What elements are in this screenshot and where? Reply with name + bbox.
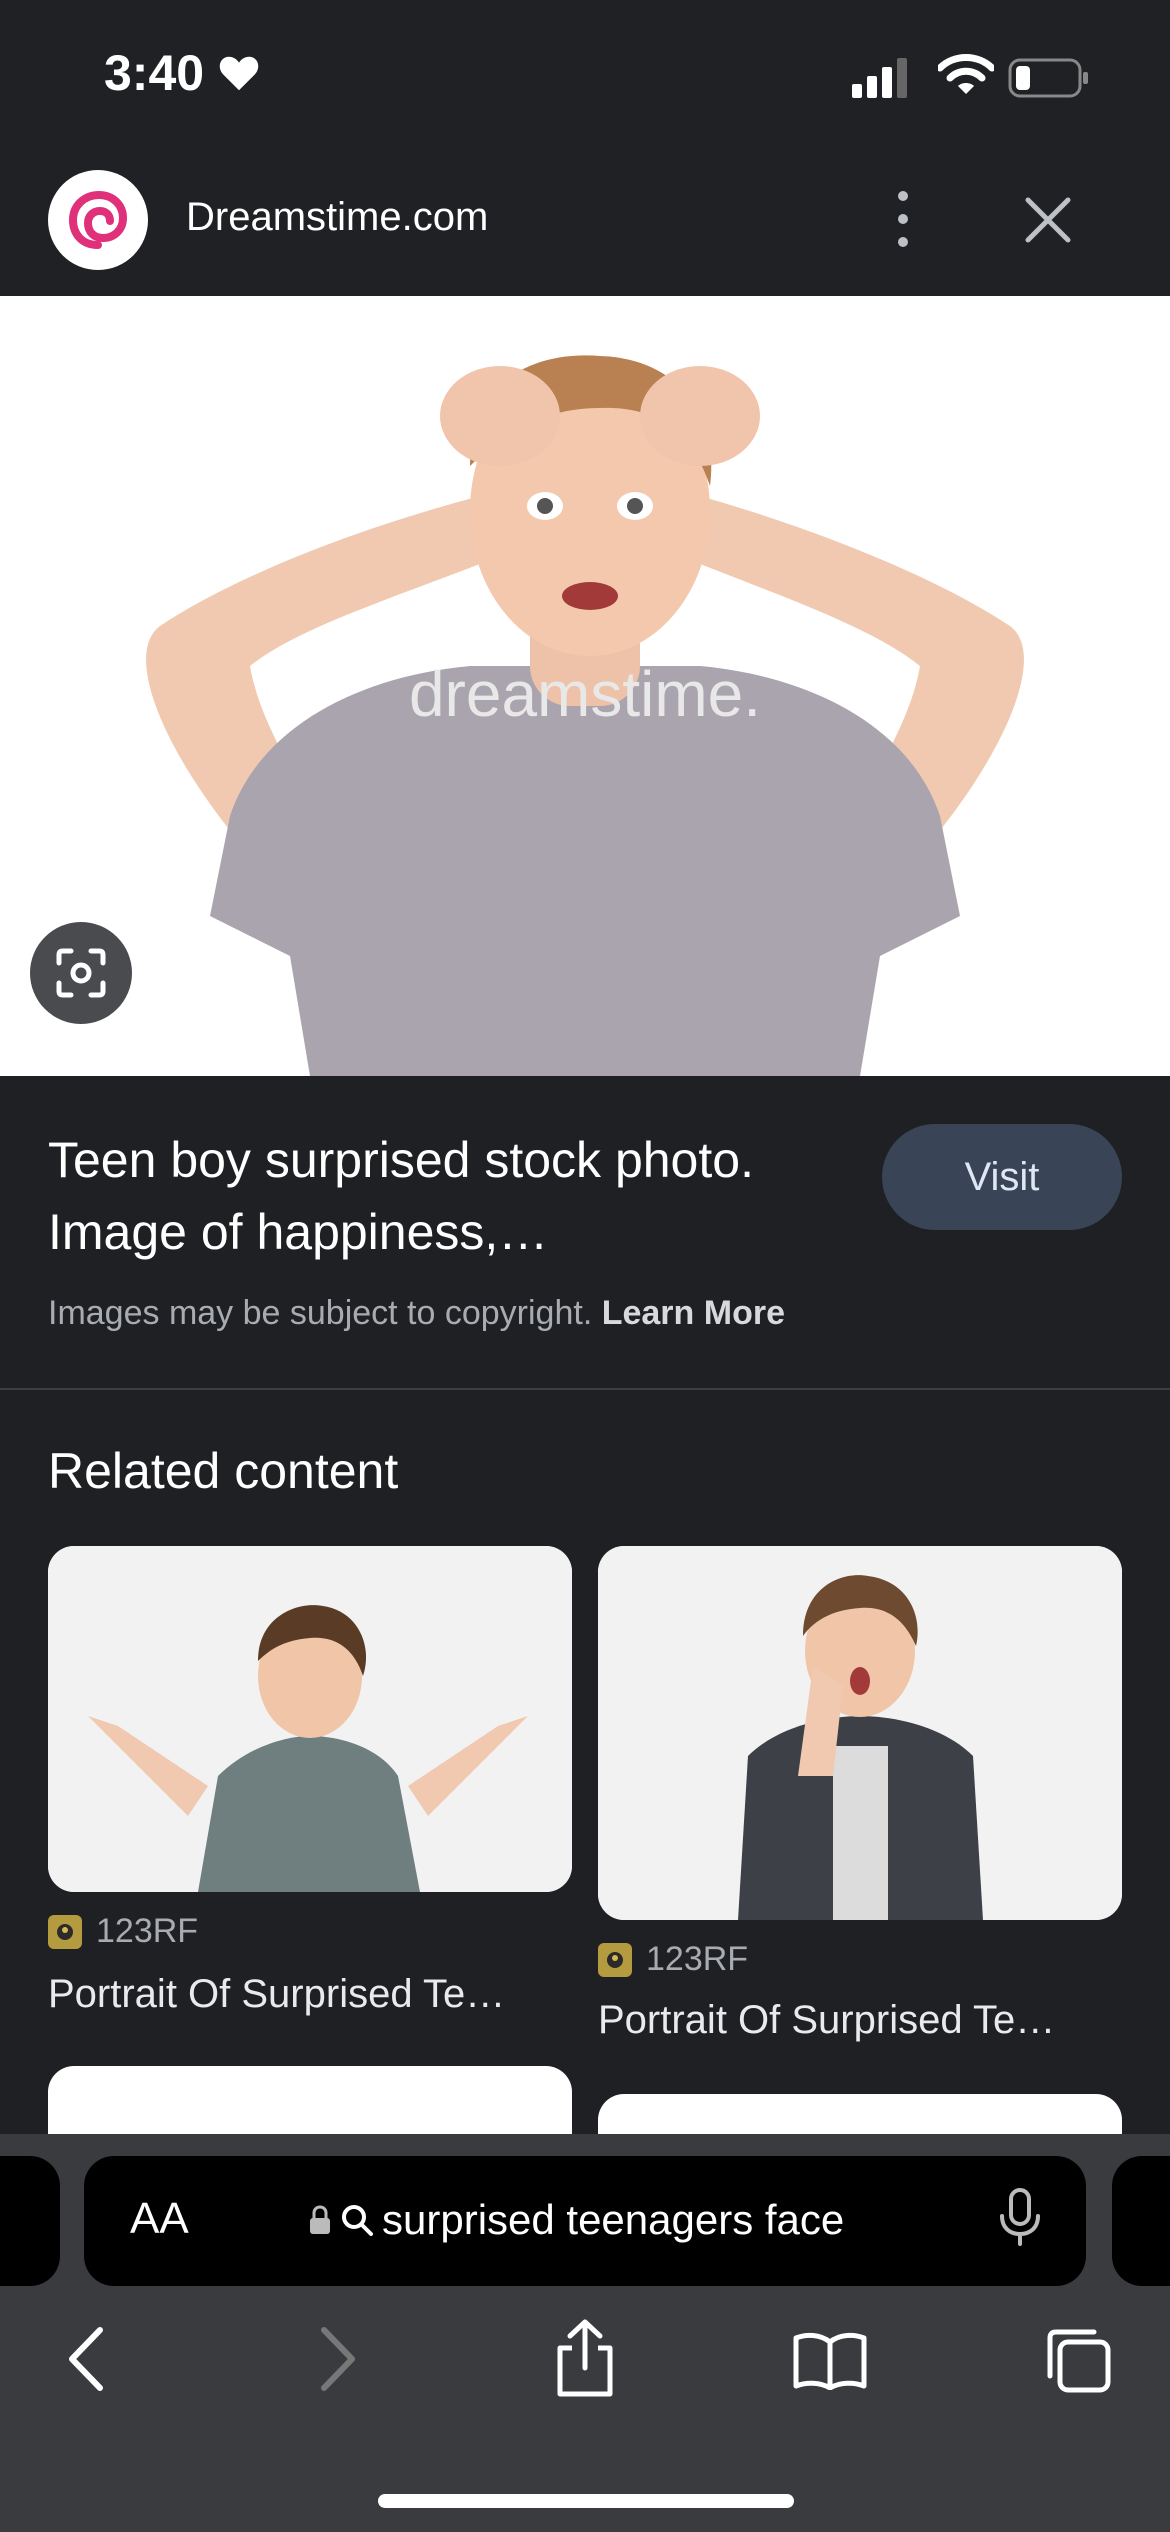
watermark-text: dreamstime.: [409, 658, 761, 730]
lock-icon: [310, 2205, 330, 2234]
previous-tab-edge[interactable]: [0, 2156, 60, 2286]
search-icon: [342, 2205, 373, 2236]
microphone-icon[interactable]: [998, 2188, 1042, 2248]
copyright-notice: Images may be subject to copyright. Lear…: [48, 1294, 785, 1333]
related-heading: Related content: [48, 1443, 399, 1499]
next-tab-edge[interactable]: [1112, 2156, 1170, 2286]
more-options-icon[interactable]: [880, 188, 926, 250]
source-name: 123RF: [96, 1912, 199, 1950]
related-card-image-1[interactable]: [48, 1546, 572, 1892]
google-lens-button[interactable]: [30, 922, 132, 1024]
bookmarks-icon[interactable]: [792, 2330, 868, 2390]
text-size-label: AA: [130, 2194, 189, 2243]
related-photo-2: [598, 1546, 1122, 1920]
visit-button[interactable]: Visit: [882, 1124, 1122, 1230]
related-photo-1: [48, 1546, 572, 1892]
share-icon[interactable]: [552, 2318, 618, 2398]
related-source-1: 123RF: [48, 1912, 198, 1951]
status-time: 3:40: [104, 44, 260, 102]
battery-icon: [1008, 58, 1088, 98]
related-title-1[interactable]: Portrait Of Surprised Te…: [48, 1972, 578, 2017]
result-title[interactable]: Teen boy surprised stock photo. Image of…: [48, 1124, 808, 1268]
clock-text: 3:40: [104, 45, 205, 101]
viewer-header: [0, 150, 1170, 296]
heart-icon: [219, 56, 259, 91]
learn-more-link[interactable]: Learn More: [602, 1294, 785, 1332]
text-size-button[interactable]: AA: [130, 2194, 189, 2244]
forward-icon[interactable]: [312, 2324, 362, 2394]
wifi-icon: [938, 54, 994, 94]
related-title-2[interactable]: Portrait Of Surprised Te…: [598, 1998, 1128, 2043]
boy-photo-illustration: dreamstime.: [0, 296, 1170, 1076]
address-text[interactable]: surprised teenagers face: [308, 2196, 844, 2244]
back-icon[interactable]: [62, 2324, 112, 2394]
dreamstime-logo-icon: [68, 190, 128, 249]
source-name: 123RF: [646, 1940, 749, 1978]
source-favicon-icon: [48, 1914, 82, 1949]
close-icon[interactable]: [1020, 192, 1076, 248]
address-query: surprised teenagers face: [382, 2196, 845, 2243]
related-source-2: 123RF: [598, 1940, 748, 1979]
source-favicon-icon: [598, 1942, 632, 1977]
home-indicator: [378, 2494, 794, 2508]
site-logo: [48, 170, 148, 270]
divider: [0, 1388, 1170, 1390]
copyright-text: Images may be subject to copyright.: [48, 1294, 593, 1332]
lens-icon: [56, 948, 106, 998]
result-image[interactable]: dreamstime.: [0, 296, 1170, 1076]
cellular-signal-icon: [852, 58, 907, 98]
related-card-image-2[interactable]: [598, 1546, 1122, 1920]
tabs-icon[interactable]: [1044, 2326, 1114, 2396]
site-name: Dreamstime.com: [186, 195, 489, 239]
